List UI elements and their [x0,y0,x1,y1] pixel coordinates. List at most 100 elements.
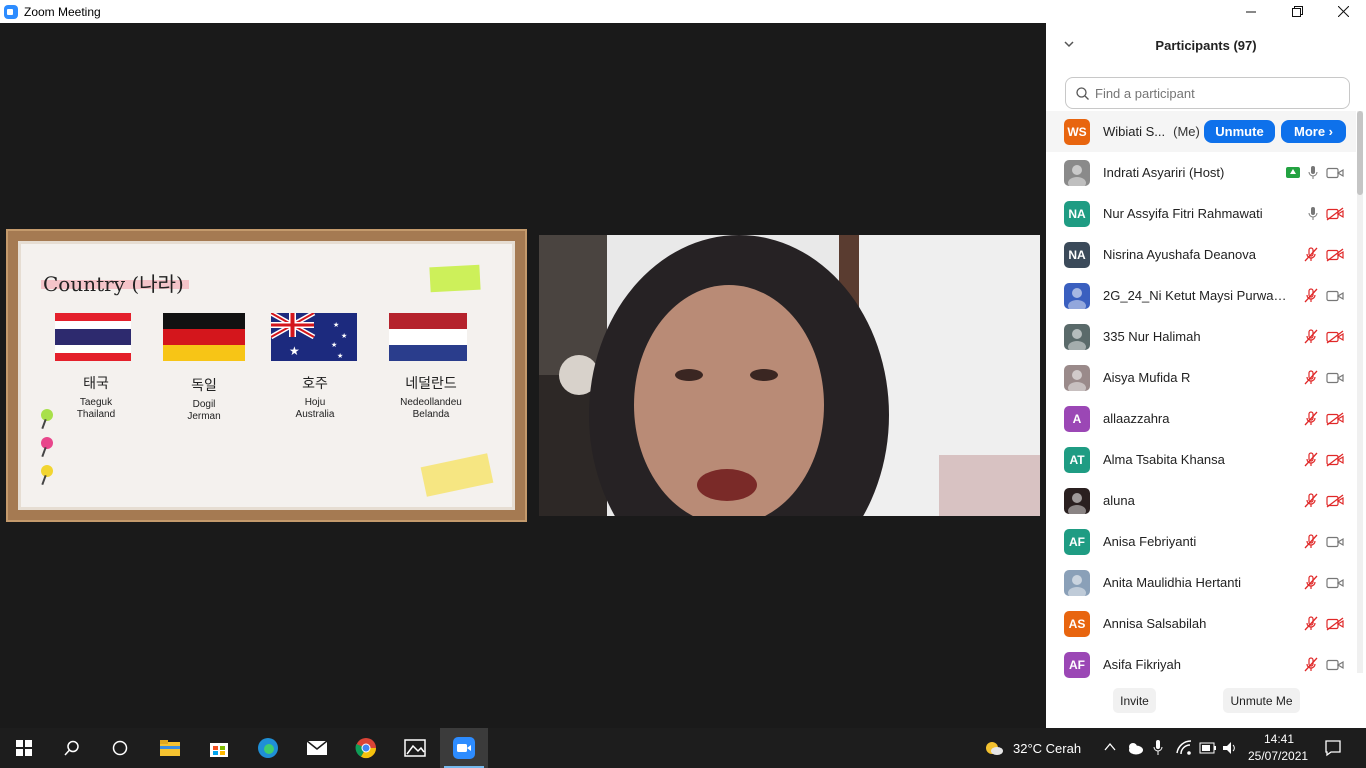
invite-button[interactable]: Invite [1113,688,1156,713]
chrome-button[interactable] [342,728,390,768]
microphone-icon[interactable] [1308,206,1318,221]
zoom-taskbar-button[interactable] [440,728,488,768]
unmute-button[interactable]: Unmute [1204,120,1275,143]
svg-text:★: ★ [333,321,339,329]
clock-date[interactable]: 25/07/2021 [1248,749,1308,763]
search-input[interactable] [1095,85,1335,101]
video-camera-off-icon[interactable] [1326,452,1344,467]
microphone-muted-icon[interactable] [1304,493,1318,508]
participant-row[interactable]: Aallaazzahra [1046,398,1356,439]
microphone-muted-icon[interactable] [1304,534,1318,549]
participant-status-icons [1304,288,1344,303]
panel-header: Participants (97) [1046,23,1366,68]
volume-icon[interactable] [1222,740,1238,756]
chevron-up-icon[interactable] [1104,742,1116,752]
participant-name: Aisya Mufida R [1103,370,1191,385]
mail-button[interactable] [293,728,341,768]
task-view-button[interactable] [96,728,144,768]
svg-text:★: ★ [341,332,347,340]
me-tag: (Me) [1173,124,1200,139]
store-button[interactable] [195,728,243,768]
participant-row[interactable]: AF Anisa Febriyanti [1046,521,1356,562]
video-camera-icon[interactable] [1326,577,1344,589]
microphone-icon[interactable] [1153,739,1163,757]
notification-icon[interactable] [1324,739,1342,757]
video-camera-off-icon[interactable] [1326,616,1344,631]
participant-row[interactable]: 335 Nur Halimah [1046,316,1356,357]
microphone-muted-icon[interactable] [1304,247,1318,262]
shared-screen[interactable]: Country (나라) ★ ★ ★ ★ ★ 태국 Taeguk Thailan… [6,229,527,522]
unmute-me-button[interactable]: Unmute Me [1223,688,1300,713]
participant-list: WS Wibiati S... (Me) Unmute More › Indra… [1046,111,1356,685]
video-camera-off-icon[interactable] [1326,411,1344,426]
participant-row[interactable]: AS Annisa Salsabilah [1046,603,1356,644]
video-camera-icon[interactable] [1326,290,1344,302]
participant-row[interactable]: AT Alma Tsabita Khansa [1046,439,1356,480]
microphone-muted-icon[interactable] [1304,616,1318,631]
participant-row[interactable]: Indrati Asyariri (Host) [1046,152,1356,193]
participant-status-icons [1304,329,1344,344]
search-icon [1076,86,1089,100]
maximize-button[interactable] [1274,0,1320,23]
minimize-button[interactable] [1228,0,1274,23]
microphone-muted-icon[interactable] [1304,575,1318,590]
participant-search[interactable] [1065,77,1350,109]
microphone-muted-icon[interactable] [1304,288,1318,303]
microphone-muted-icon[interactable] [1304,452,1318,467]
participant-video[interactable] [539,235,1040,516]
microphone-icon[interactable] [1308,165,1318,180]
microphone-muted-icon[interactable] [1304,329,1318,344]
photos-button[interactable] [391,728,439,768]
edge-button[interactable] [244,728,292,768]
close-button[interactable] [1320,0,1366,23]
video-camera-icon[interactable] [1326,167,1344,179]
video-camera-icon[interactable] [1326,372,1344,384]
video-camera-off-icon[interactable] [1326,247,1344,262]
weather-text[interactable]: 32°C Cerah [1013,741,1081,756]
video-camera-off-icon[interactable] [1326,329,1344,344]
battery-icon[interactable] [1199,742,1217,754]
indonesian-name: Belanda [412,409,450,420]
pushpin-yellow [41,465,53,477]
zoom-app-icon [4,4,18,19]
participant-row-me[interactable]: WS Wibiati S... (Me) Unmute More › [1046,111,1356,152]
whiteboard-slide: Country (나라) ★ ★ ★ ★ ★ 태국 Taeguk Thailan… [18,241,515,510]
video-camera-off-icon[interactable] [1326,206,1344,221]
file-explorer-button[interactable] [146,728,194,768]
participant-status-icons [1304,493,1344,508]
participant-row[interactable]: NA Nisrina Ayushafa Deanova [1046,234,1356,275]
chrome-icon [355,738,377,759]
cloud-icon[interactable] [1126,741,1144,755]
participant-name: Nisrina Ayushafa Deanova [1103,247,1256,262]
scrollbar-thumb[interactable] [1357,111,1363,195]
korean-name: 호주 [302,376,328,392]
participant-row[interactable]: 2G_24_Ni Ketut Maysi Purwanin... [1046,275,1356,316]
participant-row[interactable]: Anita Maulidhia Hertanti [1046,562,1356,603]
korean-name: 네덜란드 [405,376,457,392]
participant-row[interactable]: AF Asifa Fikriyah [1046,644,1356,685]
start-button[interactable] [0,728,48,768]
participant-row[interactable]: NA Nur Assyifa Fitri Rahmawati [1046,193,1356,234]
video-camera-icon[interactable] [1326,659,1344,671]
wifi-icon[interactable] [1176,740,1192,756]
collapse-panel-button[interactable] [1064,37,1074,51]
participant-name: allaazzahra [1103,411,1170,426]
video-camera-off-icon[interactable] [1326,493,1344,508]
microphone-muted-icon[interactable] [1304,657,1318,672]
participant-status-icons [1304,534,1344,549]
clock-time[interactable]: 14:41 [1264,732,1294,746]
korean-name: 독일 [191,378,217,394]
participant-name: Asifa Fikriyah [1103,657,1182,672]
microphone-muted-icon[interactable] [1304,411,1318,426]
participant-list-scrollbar[interactable] [1357,111,1363,673]
search-button[interactable] [48,728,96,768]
participant-row[interactable]: aluna [1046,480,1356,521]
restore-icon [1291,6,1303,17]
svg-text:★: ★ [289,344,300,358]
romanized-name: Hoju [304,397,326,408]
more-button[interactable]: More › [1281,120,1346,143]
participant-row[interactable]: Aisya Mufida R [1046,357,1356,398]
microphone-muted-icon[interactable] [1304,370,1318,385]
sticky-tape-yellow [420,453,494,497]
video-camera-icon[interactable] [1326,536,1344,548]
